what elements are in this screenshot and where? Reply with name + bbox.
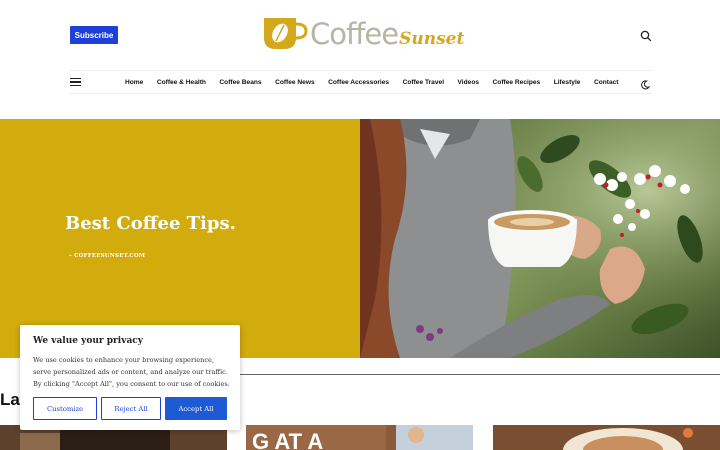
nav-item-lifestyle[interactable]: Lifestyle [554,79,581,86]
reject-all-button[interactable]: Reject All [101,397,161,420]
hero-subtitle: – COFFEESUNSET.COM [69,253,146,259]
section-divider-left [240,374,360,375]
hamburger-menu-icon[interactable] [70,76,82,88]
coffee-cup-logo-icon [262,16,308,52]
accept-all-button[interactable]: Accept All [165,397,227,420]
cookie-body-text: We use cookies to enhance your browsing … [33,356,230,388]
nav-item-coffee-accessories[interactable]: Coffee Accessories [328,79,389,86]
hero-banner[interactable]: Best Coffee Tips. – COFFEESUNSET.COM [0,119,720,358]
svg-text:G AT A: G AT A [252,429,323,450]
hero-title[interactable]: Best Coffee Tips. [65,213,236,234]
moon-icon[interactable] [640,77,651,90]
nav-item-coffee-health[interactable]: Coffee & Health [157,79,206,86]
latest-post-card-2[interactable]: G AT A [246,425,473,450]
logo-main-text: Coffee [310,16,399,51]
main-navigation: Home Coffee & Health Coffee Beans Coffee… [70,70,652,94]
search-icon[interactable] [640,29,652,42]
nav-item-videos[interactable]: Videos [458,79,480,86]
hero-text-panel [0,119,360,358]
nav-item-home[interactable]: Home [125,79,143,86]
nav-menu: Home Coffee & Health Coffee Beans Coffee… [125,71,632,93]
nav-item-contact[interactable]: Contact [594,79,619,86]
customize-button[interactable]: Customize [33,397,97,420]
latest-post-card-3[interactable] [493,425,720,450]
section-divider [360,374,720,375]
nav-item-coffee-news[interactable]: Coffee News [275,79,315,86]
nav-item-coffee-beans[interactable]: Coffee Beans [219,79,261,86]
logo-script-text: Sunset [399,28,465,49]
nav-item-coffee-recipes[interactable]: Coffee Recipes [493,79,541,86]
site-logo[interactable]: Coffee Sunset [262,14,464,54]
subscribe-button[interactable]: Subscribe [70,26,118,44]
cookie-title: We value your privacy [33,336,143,346]
cookie-consent-dialog: We value your privacy We use cookies to … [20,325,240,430]
nav-item-coffee-travel[interactable]: Coffee Travel [403,79,444,86]
hero-photo [360,119,720,358]
